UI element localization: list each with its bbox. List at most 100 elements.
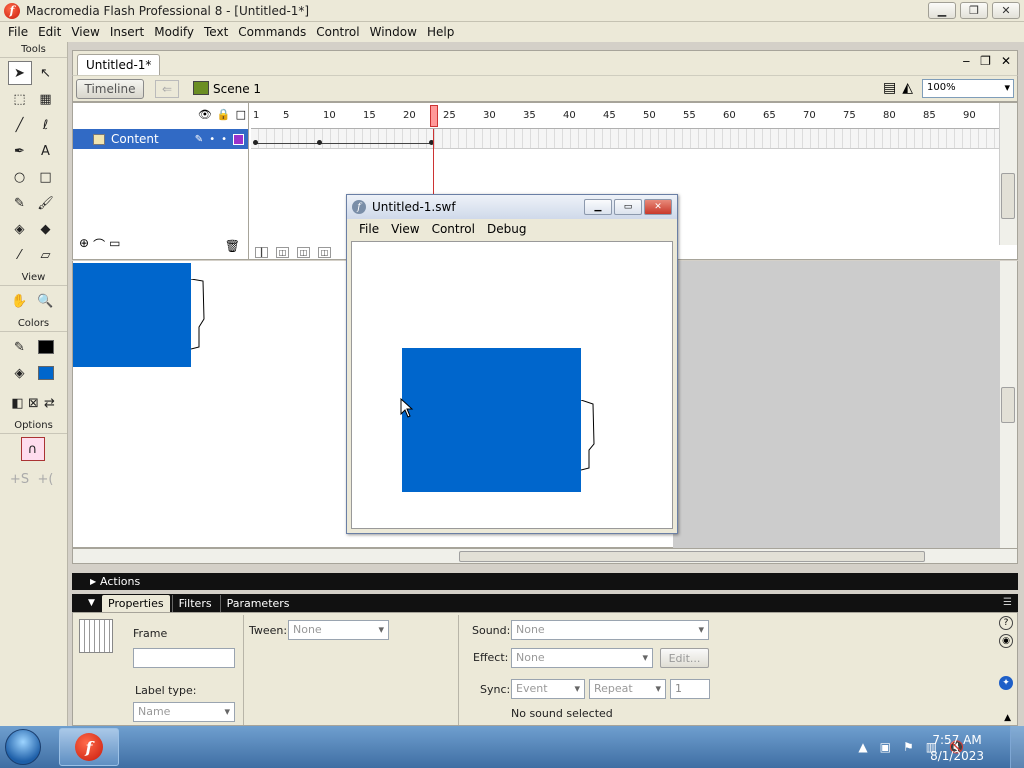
- edit-multiple-frames-icon[interactable]: ◫: [318, 246, 331, 258]
- swf-canvas[interactable]: [351, 241, 673, 529]
- menu-modify[interactable]: Modify: [149, 25, 199, 39]
- pen-tool-icon[interactable]: ✒: [8, 139, 32, 163]
- menu-edit[interactable]: Edit: [33, 25, 66, 39]
- document-tab[interactable]: Untitled-1*: [77, 54, 161, 76]
- hand-tool-icon[interactable]: ✋: [8, 289, 32, 313]
- lock-icon[interactable]: 🔒: [217, 108, 231, 121]
- menu-commands[interactable]: Commands: [233, 25, 311, 39]
- tab-properties[interactable]: Properties: [102, 595, 170, 612]
- fill-color-swatch[interactable]: [34, 361, 58, 385]
- edit-symbols-icon[interactable]: ◭: [902, 80, 913, 96]
- swf-menu-debug[interactable]: Debug: [481, 222, 532, 236]
- timeline-vertical-scrollbar[interactable]: [999, 103, 1017, 245]
- back-arrow-icon[interactable]: ⇐: [155, 80, 179, 98]
- edit-scene-icon[interactable]: ▤: [883, 80, 896, 96]
- tray-app-icon[interactable]: ▣: [880, 740, 891, 754]
- paint-bucket-tool-icon[interactable]: ◆: [34, 217, 58, 241]
- menu-insert[interactable]: Insert: [105, 25, 149, 39]
- blue-rectangle-shape[interactable]: [73, 263, 191, 367]
- onion-skin-icon[interactable]: ◫: [276, 246, 289, 258]
- stroke-color-swatch[interactable]: [34, 335, 58, 359]
- straighten-icon[interactable]: +(: [34, 467, 58, 491]
- label-type-select[interactable]: Name: [133, 702, 235, 722]
- repeat-select[interactable]: Repeat: [589, 679, 666, 699]
- lasso-tool-icon[interactable]: ℓ: [34, 113, 58, 137]
- taskbar-flash-button[interactable]: f: [59, 728, 119, 766]
- subselection-tool-icon[interactable]: ↖: [34, 61, 58, 85]
- stage-hscroll-thumb[interactable]: [459, 551, 925, 562]
- eyedropper-tool-icon[interactable]: ⁄: [8, 243, 32, 267]
- menu-control[interactable]: Control: [311, 25, 364, 39]
- action-center-icon[interactable]: ⚑: [903, 740, 914, 754]
- swf-menu-view[interactable]: View: [385, 222, 425, 236]
- swap-colors-icon[interactable]: ⇄: [42, 391, 58, 415]
- no-color-icon[interactable]: ⊠: [26, 391, 42, 415]
- show-desktop-button[interactable]: [1010, 726, 1024, 768]
- outline-color-icon[interactable]: [233, 133, 244, 145]
- tab-parameters[interactable]: Parameters: [219, 595, 296, 612]
- menu-help[interactable]: Help: [422, 25, 459, 39]
- clock[interactable]: 7:57 AM 8/1/2023: [930, 732, 984, 764]
- effect-select[interactable]: None: [511, 648, 653, 668]
- menu-file[interactable]: File: [3, 25, 33, 39]
- restore-button[interactable]: ❐: [960, 2, 988, 19]
- insert-layer-icon[interactable]: ⊕: [79, 236, 89, 253]
- doc-minimize-icon[interactable]: ‒: [963, 54, 971, 68]
- black-white-icon[interactable]: ◧: [10, 391, 26, 415]
- lock-dot-icon[interactable]: •: [221, 134, 227, 145]
- start-button-icon[interactable]: [5, 729, 41, 765]
- pencil-tool-icon[interactable]: ✎: [8, 191, 32, 215]
- menu-view[interactable]: View: [66, 25, 104, 39]
- keyframe[interactable]: [253, 140, 258, 145]
- gradient-transform-tool-icon[interactable]: ▦: [34, 87, 58, 111]
- actions-panel-header[interactable]: Actions: [72, 573, 1018, 590]
- doc-close-icon[interactable]: ✕: [1001, 54, 1011, 68]
- delete-layer-icon[interactable]: 🗑: [225, 239, 240, 253]
- add-motion-guide-icon[interactable]: ⌒: [93, 236, 105, 253]
- free-transform-tool-icon[interactable]: ⬚: [8, 87, 32, 111]
- stage-vertical-scrollbar[interactable]: [999, 261, 1017, 548]
- menu-window[interactable]: Window: [365, 25, 422, 39]
- oval-tool-icon[interactable]: ○: [8, 165, 32, 189]
- help-icon[interactable]: ?: [999, 616, 1013, 630]
- flash-app-icon[interactable]: f: [4, 2, 20, 19]
- frame-ruler[interactable]: 1 5 10 15 20 25 30 35 40 45 50 55 60 65 …: [251, 103, 999, 129]
- timeline-scroll-thumb[interactable]: [1001, 173, 1015, 219]
- panel-menu-icon[interactable]: ☰: [1003, 597, 1012, 608]
- zoom-tool-icon[interactable]: 🔍: [34, 289, 58, 313]
- outline-icon[interactable]: □: [236, 108, 246, 121]
- properties-help-icon[interactable]: ◉: [999, 634, 1013, 648]
- insert-folder-icon[interactable]: ▭: [109, 236, 120, 253]
- playhead[interactable]: [430, 105, 438, 127]
- stage-scroll-thumb[interactable]: [1001, 387, 1015, 423]
- swf-menu-control[interactable]: Control: [426, 222, 481, 236]
- zoom-select[interactable]: 100%: [922, 79, 1014, 98]
- text-tool-icon[interactable]: A: [34, 139, 58, 163]
- menu-text[interactable]: Text: [199, 25, 233, 39]
- center-frame-icon[interactable]: ┃: [255, 246, 268, 258]
- swf-close-button[interactable]: ✕: [644, 199, 672, 215]
- tray-expand-icon[interactable]: ▲: [858, 740, 867, 754]
- sync-select[interactable]: Event: [511, 679, 585, 699]
- snap-magnet-icon[interactable]: ∩: [20, 437, 45, 461]
- rectangle-tool-icon[interactable]: □: [34, 165, 58, 189]
- swf-minimize-button[interactable]: ▁: [584, 199, 612, 215]
- tab-filters[interactable]: Filters: [171, 595, 218, 612]
- visibility-dot-icon[interactable]: •: [209, 134, 215, 145]
- eraser-tool-icon[interactable]: ▱: [34, 243, 58, 267]
- tween-select[interactable]: None: [288, 620, 389, 640]
- timeline-toggle-button[interactable]: Timeline: [76, 79, 144, 99]
- accessibility-icon[interactable]: ✦: [999, 676, 1013, 690]
- close-button[interactable]: ✕: [992, 2, 1020, 19]
- keyframe[interactable]: [317, 140, 322, 145]
- brush-tool-icon[interactable]: 🖌: [34, 191, 58, 215]
- frame-cells[interactable]: [251, 129, 999, 149]
- stage-horizontal-scrollbar[interactable]: [72, 548, 1018, 564]
- layer-row-content[interactable]: Content ✎ • •: [73, 129, 248, 149]
- eye-icon[interactable]: 👁: [198, 108, 212, 121]
- sound-select[interactable]: None: [511, 620, 709, 640]
- swf-menu-file[interactable]: File: [353, 222, 385, 236]
- repeat-count-input[interactable]: 1: [670, 679, 710, 699]
- swf-title-bar[interactable]: f Untitled-1.swf ▁ ▭ ✕: [347, 195, 677, 219]
- ink-bottle-tool-icon[interactable]: ◈: [8, 217, 32, 241]
